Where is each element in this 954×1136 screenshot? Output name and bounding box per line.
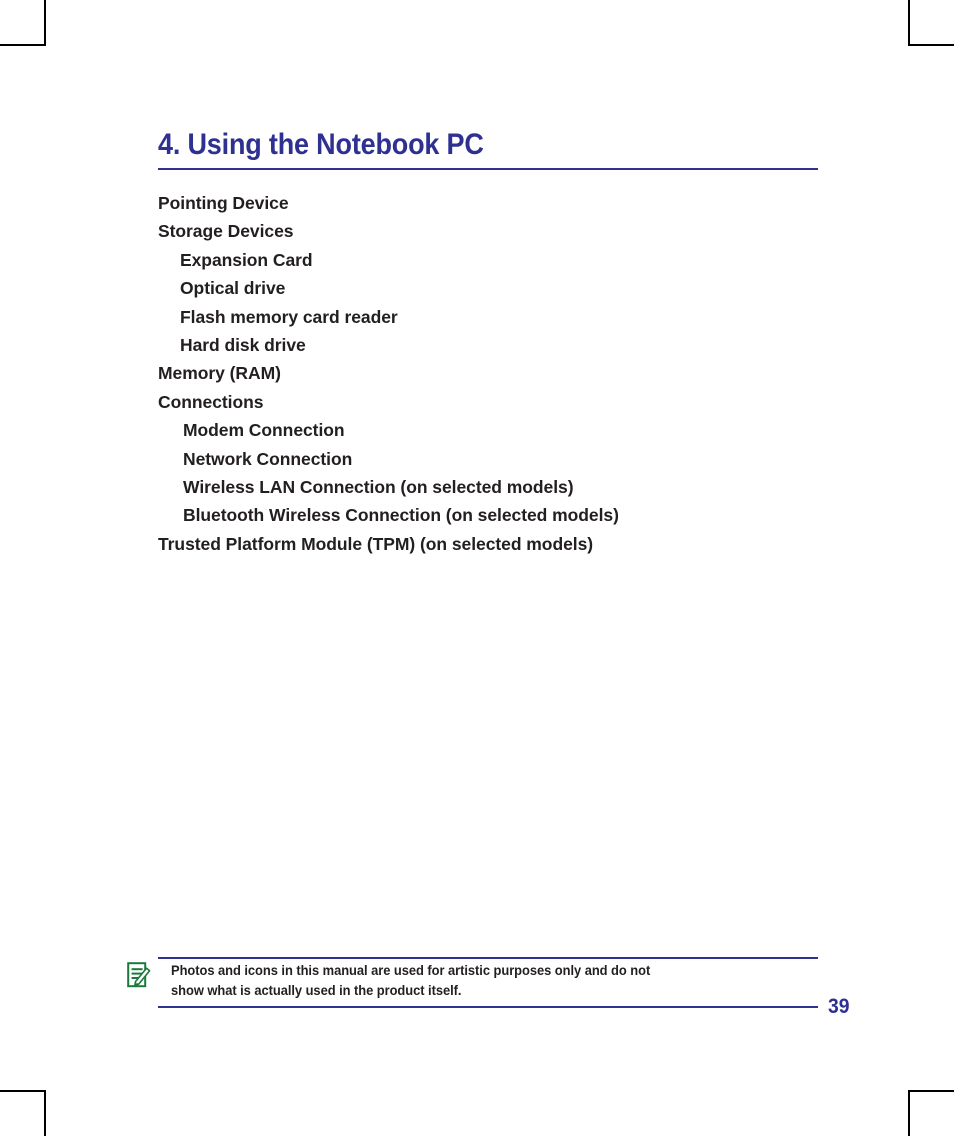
toc-entry[interactable]: Trusted Platform Module (TPM) (on select…: [158, 530, 858, 558]
toc-entry[interactable]: Pointing Device: [158, 189, 858, 217]
title-divider: [158, 168, 818, 170]
toc-entry[interactable]: Wireless LAN Connection (on selected mod…: [158, 473, 858, 501]
note-text-line-1: Photos and icons in this manual are used…: [171, 963, 651, 978]
note-bottom-divider: [158, 1006, 818, 1008]
note-top-divider: [158, 957, 818, 959]
toc-entry[interactable]: Network Connection: [158, 445, 858, 473]
crop-mark-top-right: [908, 0, 954, 46]
crop-mark-bottom-right: [908, 1090, 954, 1136]
toc-entry[interactable]: Memory (RAM): [158, 359, 858, 387]
page-number: 39: [828, 995, 850, 1018]
toc-entry[interactable]: Bluetooth Wireless Connection (on select…: [158, 501, 858, 529]
document-page: 4. Using the Notebook PC Pointing Device…: [0, 0, 954, 1136]
table-of-contents: Pointing Device Storage Devices Expansio…: [158, 189, 858, 558]
page-title: 4. Using the Notebook PC: [158, 128, 484, 161]
toc-entry[interactable]: Optical drive: [158, 274, 858, 302]
note-text: Photos and icons in this manual are used…: [171, 961, 779, 1001]
note-pencil-icon: [127, 962, 151, 988]
toc-entry[interactable]: Flash memory card reader: [158, 303, 858, 331]
note-text-line-2: show what is actually used in the produc…: [171, 983, 462, 998]
crop-mark-bottom-left: [0, 1090, 46, 1136]
toc-entry[interactable]: Modem Connection: [158, 416, 858, 444]
crop-mark-top-left: [0, 0, 46, 46]
toc-entry[interactable]: Expansion Card: [158, 246, 858, 274]
toc-entry[interactable]: Storage Devices: [158, 217, 858, 245]
toc-entry[interactable]: Hard disk drive: [158, 331, 858, 359]
toc-entry[interactable]: Connections: [158, 388, 858, 416]
